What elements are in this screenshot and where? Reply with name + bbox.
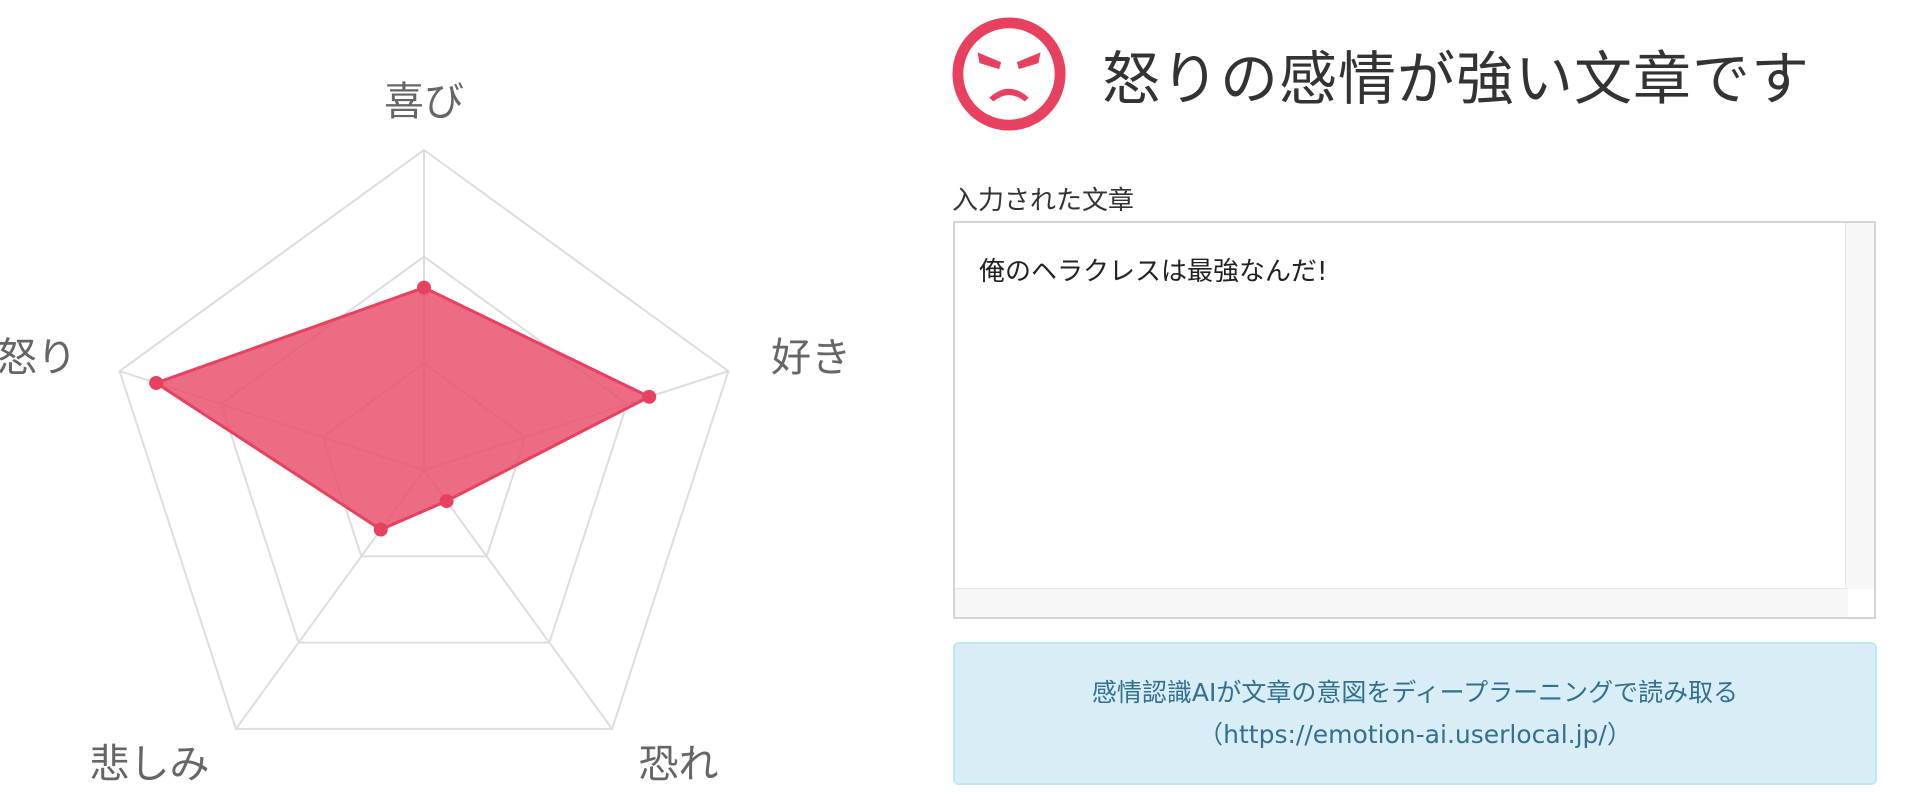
radar-point-2[interactable] [642,389,657,404]
info-description: 感情認識AIが文章の意図をディープラーニングで読み取る [1091,677,1739,707]
radar-point-1[interactable] [417,280,431,295]
horizontal-scrollbar[interactable] [955,588,1848,617]
radar-axis-label-5: 怒り [0,335,77,381]
radar-axis-label-1: 喜び [384,79,464,125]
result-header: 怒りの感情が強い文章です [950,14,1810,134]
radar-chart: 喜び好き恐れ 悲しみ 怒り [0,79,851,787]
radar-point-4[interactable] [373,522,388,537]
radar-point-3[interactable] [439,494,454,509]
radar-axis-label-2: 好き [771,335,851,381]
input-text-value[interactable]: 俺のヘラクレスは最強なんだ! [979,251,1327,288]
radar-series-area [152,285,653,532]
angry-face-icon [952,17,1066,131]
radar-spoke [423,469,613,730]
input-textarea[interactable]: 俺のヘラクレスは最強なんだ! [953,221,1876,619]
radar-axis-label-3: 恐れ [639,741,719,787]
result-title: 怒りの感情が強い文章です [1102,45,1811,113]
vertical-scrollbar[interactable] [1845,223,1874,589]
info-box: 感情認識AIが文章の意図をディープラーニングで読み取る （https://emo… [953,642,1877,785]
radar-series [152,285,653,532]
radar-axis-label-4: 悲しみ [89,741,209,787]
input-text-label: 入力された文章 [952,186,1135,216]
info-url[interactable]: （https://emotion-ai.userlocal.jp/） [1198,714,1632,756]
radar-point-5[interactable] [149,375,164,390]
